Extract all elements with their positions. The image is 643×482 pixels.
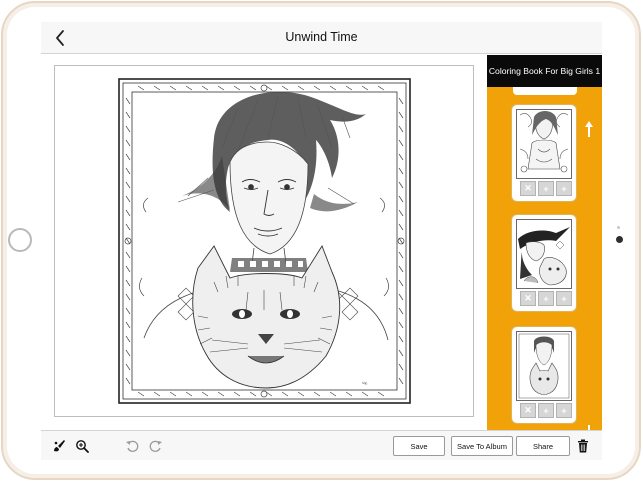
thumbnail-image [516, 219, 572, 289]
redo-icon [149, 440, 162, 452]
thumbnail-reset-button[interactable]: ✕ [520, 291, 536, 306]
page-title: Unwind Time [285, 30, 358, 44]
thumbnail-open-button[interactable]: + [556, 181, 572, 196]
canvas-area: sig. [41, 55, 487, 430]
book-side-panel: Coloring Book For Big Girls 1 ✕ + + ✕ + … [487, 55, 602, 441]
app-screen: Unwind Time sig. Coloring Book For Big G… [41, 22, 602, 460]
thumbnail-open-button[interactable]: + [556, 291, 572, 306]
bottom-toolbar: Save Save To Album Share [41, 430, 602, 460]
nav-bar: Unwind Time [41, 22, 602, 54]
svg-text:sig.: sig. [362, 380, 368, 385]
thumbnail-open-button[interactable]: + [556, 403, 572, 418]
thumbnail-image [516, 109, 572, 179]
thumbnail-woman-witch[interactable]: ✕ + + [512, 215, 576, 311]
coloring-page[interactable]: sig. [54, 65, 474, 417]
book-title: Coloring Book For Big Girls 1 [487, 55, 602, 87]
save-to-album-button[interactable]: Save To Album [451, 436, 513, 456]
thumbnail-add-button[interactable]: + [538, 181, 554, 196]
thumbnail-woman-lynx[interactable]: ✕ + + [512, 327, 576, 423]
home-button[interactable] [8, 228, 32, 252]
share-button[interactable]: Share [516, 436, 570, 456]
camera [616, 236, 623, 243]
scroll-up-button[interactable] [583, 119, 595, 139]
thumbnail-woman-leaves[interactable]: ✕ + + [512, 105, 576, 201]
coloring-artwork[interactable]: sig. [118, 78, 411, 404]
thumbnail-reset-button[interactable]: ✕ [520, 403, 536, 418]
redo-button[interactable] [147, 437, 165, 455]
arrow-up-icon [585, 121, 593, 137]
brush-icon [54, 440, 65, 452]
thumbnail-partial[interactable] [513, 87, 577, 95]
thumbnail-image [516, 331, 572, 401]
sensor-dot [617, 226, 620, 229]
zoom-in-icon [76, 440, 89, 453]
zoom-button[interactable] [73, 437, 91, 455]
trash-icon [578, 439, 588, 453]
save-button[interactable]: Save [393, 436, 445, 456]
brush-tool-button[interactable] [50, 437, 68, 455]
thumbnail-add-button[interactable]: + [538, 291, 554, 306]
undo-icon [126, 440, 139, 452]
undo-button[interactable] [123, 437, 141, 455]
delete-button[interactable] [574, 437, 592, 455]
thumbnail-add-button[interactable]: + [538, 403, 554, 418]
thumbnail-reset-button[interactable]: ✕ [520, 181, 536, 196]
